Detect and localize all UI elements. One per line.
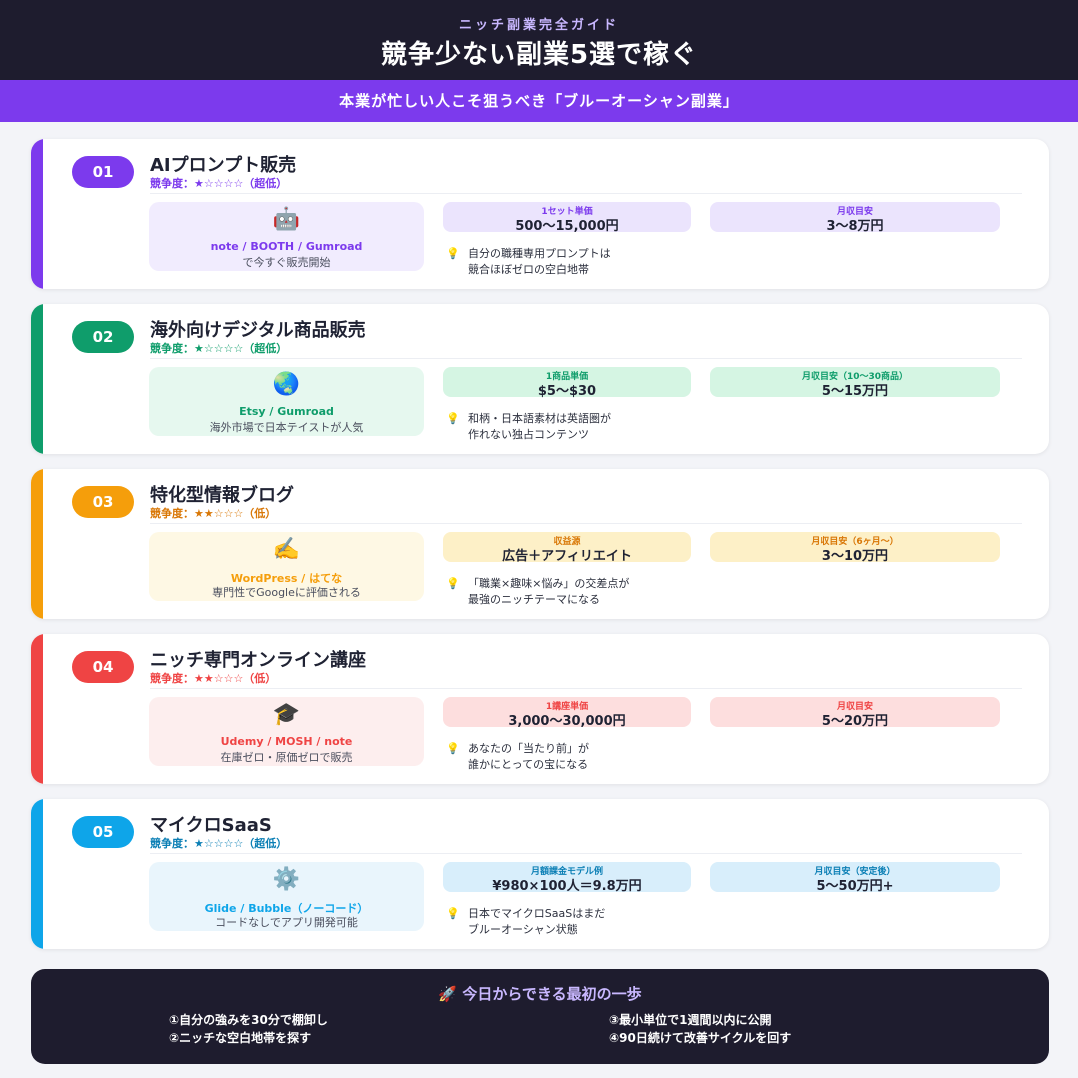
card-title: ニッチ専門オンライン講座 [150, 650, 366, 671]
header-kicker: ニッチ副業完全ガイド [458, 18, 619, 33]
divider [150, 193, 1022, 194]
tip-line: あなたの「当たり前」が [468, 742, 589, 755]
subtitle-bar: 本業が忙しい人こそ狙うべき「ブルーオーシャン副業」 [0, 80, 1078, 122]
card-accent-bar [31, 634, 43, 784]
card-ai-prompt: 01 AIプロンプト販売 競争度：★☆☆☆☆（超低） 🤖 note / BOOT… [31, 139, 1049, 289]
stat-value: 3,000〜30,000円 [508, 714, 626, 729]
divider [150, 358, 1022, 359]
globe-icon: 🌏 [272, 372, 301, 397]
competition-rating: 競争度：★☆☆☆☆（超低） [150, 342, 288, 355]
lightbulb-icon: 💡 [446, 577, 460, 590]
tip-line: 和柄・日本語素材は英語圏が [468, 412, 611, 425]
divider [150, 523, 1022, 524]
step-item: ①自分の強みを30分で棚卸し [169, 1013, 328, 1027]
pricing-model-stat: 月額課金モデル例 ¥980×100人＝9.8万円 [443, 862, 691, 894]
income-stat: 月収目安（6ヶ月〜） 3〜10万円 [710, 532, 1000, 564]
platform-names: Udemy / MOSH / note [220, 735, 353, 748]
platform-description: コードなしでアプリ開発可能 [215, 916, 358, 929]
card-digital-goods: 02 海外向けデジタル商品販売 競争度：★☆☆☆☆（超低） 🌏 Etsy / G… [31, 304, 1049, 454]
price-stat: 1セット単価 500〜15,000円 [443, 202, 691, 234]
gear-icon: ⚙️ [272, 867, 301, 892]
platform-box: 🤖 note / BOOTH / Gumroad で今すぐ販売開始 [149, 202, 424, 271]
page-title: 競争少ない副業5選で稼ぐ [380, 40, 698, 70]
card-accent-bar [31, 799, 43, 949]
tip-line: 自分の職種専用プロンプトは [468, 247, 611, 260]
price-stat: 1講座単価 3,000〜30,000円 [443, 697, 691, 729]
divider [150, 853, 1022, 854]
card-accent-bar [31, 139, 43, 289]
writing-hand-icon: ✍️ [272, 537, 301, 562]
stat-value: ¥980×100人＝9.8万円 [492, 879, 642, 894]
tip-line: 誰かにとっての宝になる [468, 758, 589, 771]
card-number-badge: 02 [72, 321, 134, 353]
competition-rating: 競争度：★★☆☆☆（低） [150, 507, 277, 520]
income-stat: 月収目安 3〜8万円 [710, 202, 1000, 234]
step-item: ②ニッチな空白地帯を探す [169, 1031, 312, 1045]
lightbulb-icon: 💡 [446, 412, 460, 425]
card-accent-bar [31, 304, 43, 454]
platform-description: 専門性でGoogleに評価される [212, 586, 361, 599]
stat-value: 500〜15,000円 [515, 219, 619, 234]
card-title: 特化型情報ブログ [150, 485, 294, 506]
card-title: 海外向けデジタル商品販売 [150, 320, 366, 341]
platform-names: note / BOOTH / Gumroad [210, 240, 363, 253]
stat-value: 5〜20万円 [821, 714, 889, 729]
platform-description: で今すぐ販売開始 [242, 256, 331, 269]
first-steps-panel: 🚀 今日からできる最初の一歩 ①自分の強みを30分で棚卸し ②ニッチな空白地帯を… [31, 969, 1049, 1064]
card-accent-bar [31, 469, 43, 619]
card-number-badge: 01 [72, 156, 134, 188]
platform-names: Etsy / Gumroad [239, 405, 334, 418]
competition-rating: 競争度：★★☆☆☆（低） [150, 672, 277, 685]
header: ニッチ副業完全ガイド 競争少ない副業5選で稼ぐ [0, 0, 1078, 80]
card-title: マイクロSaaS [150, 815, 272, 836]
stat-value: 広告＋アフィリエイト [502, 549, 632, 564]
robot-icon: 🤖 [272, 207, 301, 232]
card-number-badge: 05 [72, 816, 134, 848]
tip-line: 日本でマイクロSaaSはまだ [468, 907, 606, 920]
tip-line: 作れない独占コンテンツ [468, 428, 589, 441]
divider [150, 688, 1022, 689]
price-stat: 1商品単価 $5〜$30 [443, 367, 691, 399]
tip-line: 「職業×趣味×悩み」の交差点が [468, 577, 630, 590]
card-niche-blog: 03 特化型情報ブログ 競争度：★★☆☆☆（低） ✍️ WordPress / … [31, 469, 1049, 619]
lightbulb-icon: 💡 [446, 907, 460, 920]
stat-value: $5〜$30 [537, 384, 597, 399]
lightbulb-icon: 💡 [446, 742, 460, 755]
competition-rating: 競争度：★☆☆☆☆（超低） [150, 837, 288, 850]
stat-value: 5〜50万円+ [816, 879, 894, 894]
graduation-cap-icon: 🎓 [272, 702, 301, 727]
tip-line: 競合ほぼゼロの空白地帯 [468, 263, 589, 276]
income-stat: 月収目安（10〜30商品） 5〜15万円 [710, 367, 1000, 399]
first-steps-title: 🚀 今日からできる最初の一歩 [438, 985, 642, 1003]
platform-box: ⚙️ Glide / Bubble（ノーコード） コードなしでアプリ開発可能 [149, 862, 424, 931]
revenue-source-stat: 収益源 広告＋アフィリエイト [443, 532, 691, 564]
tip-line: ブルーオーシャン状態 [468, 923, 578, 936]
stat-value: 3〜10万円 [821, 549, 889, 564]
step-item: ④90日続けて改善サイクルを回す [609, 1031, 792, 1045]
platform-box: 🌏 Etsy / Gumroad 海外市場で日本テイストが人気 [149, 367, 424, 436]
stat-value: 5〜15万円 [821, 384, 889, 399]
stat-value: 3〜8万円 [826, 219, 884, 234]
lightbulb-icon: 💡 [446, 247, 460, 260]
platform-box: 🎓 Udemy / MOSH / note 在庫ゼロ・原価ゼロで販売 [149, 697, 424, 766]
tip-line: 最強のニッチテーマになる [468, 593, 600, 606]
platform-box: ✍️ WordPress / はてな 専門性でGoogleに評価される [149, 532, 424, 601]
platform-description: 在庫ゼロ・原価ゼロで販売 [220, 751, 353, 764]
step-item: ③最小単位で1週間以内に公開 [609, 1013, 772, 1027]
card-online-course: 04 ニッチ専門オンライン講座 競争度：★★☆☆☆（低） 🎓 Udemy / M… [31, 634, 1049, 784]
card-title: AIプロンプト販売 [150, 155, 297, 176]
card-number-badge: 04 [72, 651, 134, 683]
income-stat: 月収目安 5〜20万円 [710, 697, 1000, 729]
platform-description: 海外市場で日本テイストが人気 [209, 421, 364, 434]
competition-rating: 競争度：★☆☆☆☆（超低） [150, 177, 288, 190]
card-micro-saas: 05 マイクロSaaS 競争度：★☆☆☆☆（超低） ⚙️ Glide / Bub… [31, 799, 1049, 949]
card-number-badge: 03 [72, 486, 134, 518]
income-stat: 月収目安（安定後） 5〜50万円+ [710, 862, 1000, 894]
